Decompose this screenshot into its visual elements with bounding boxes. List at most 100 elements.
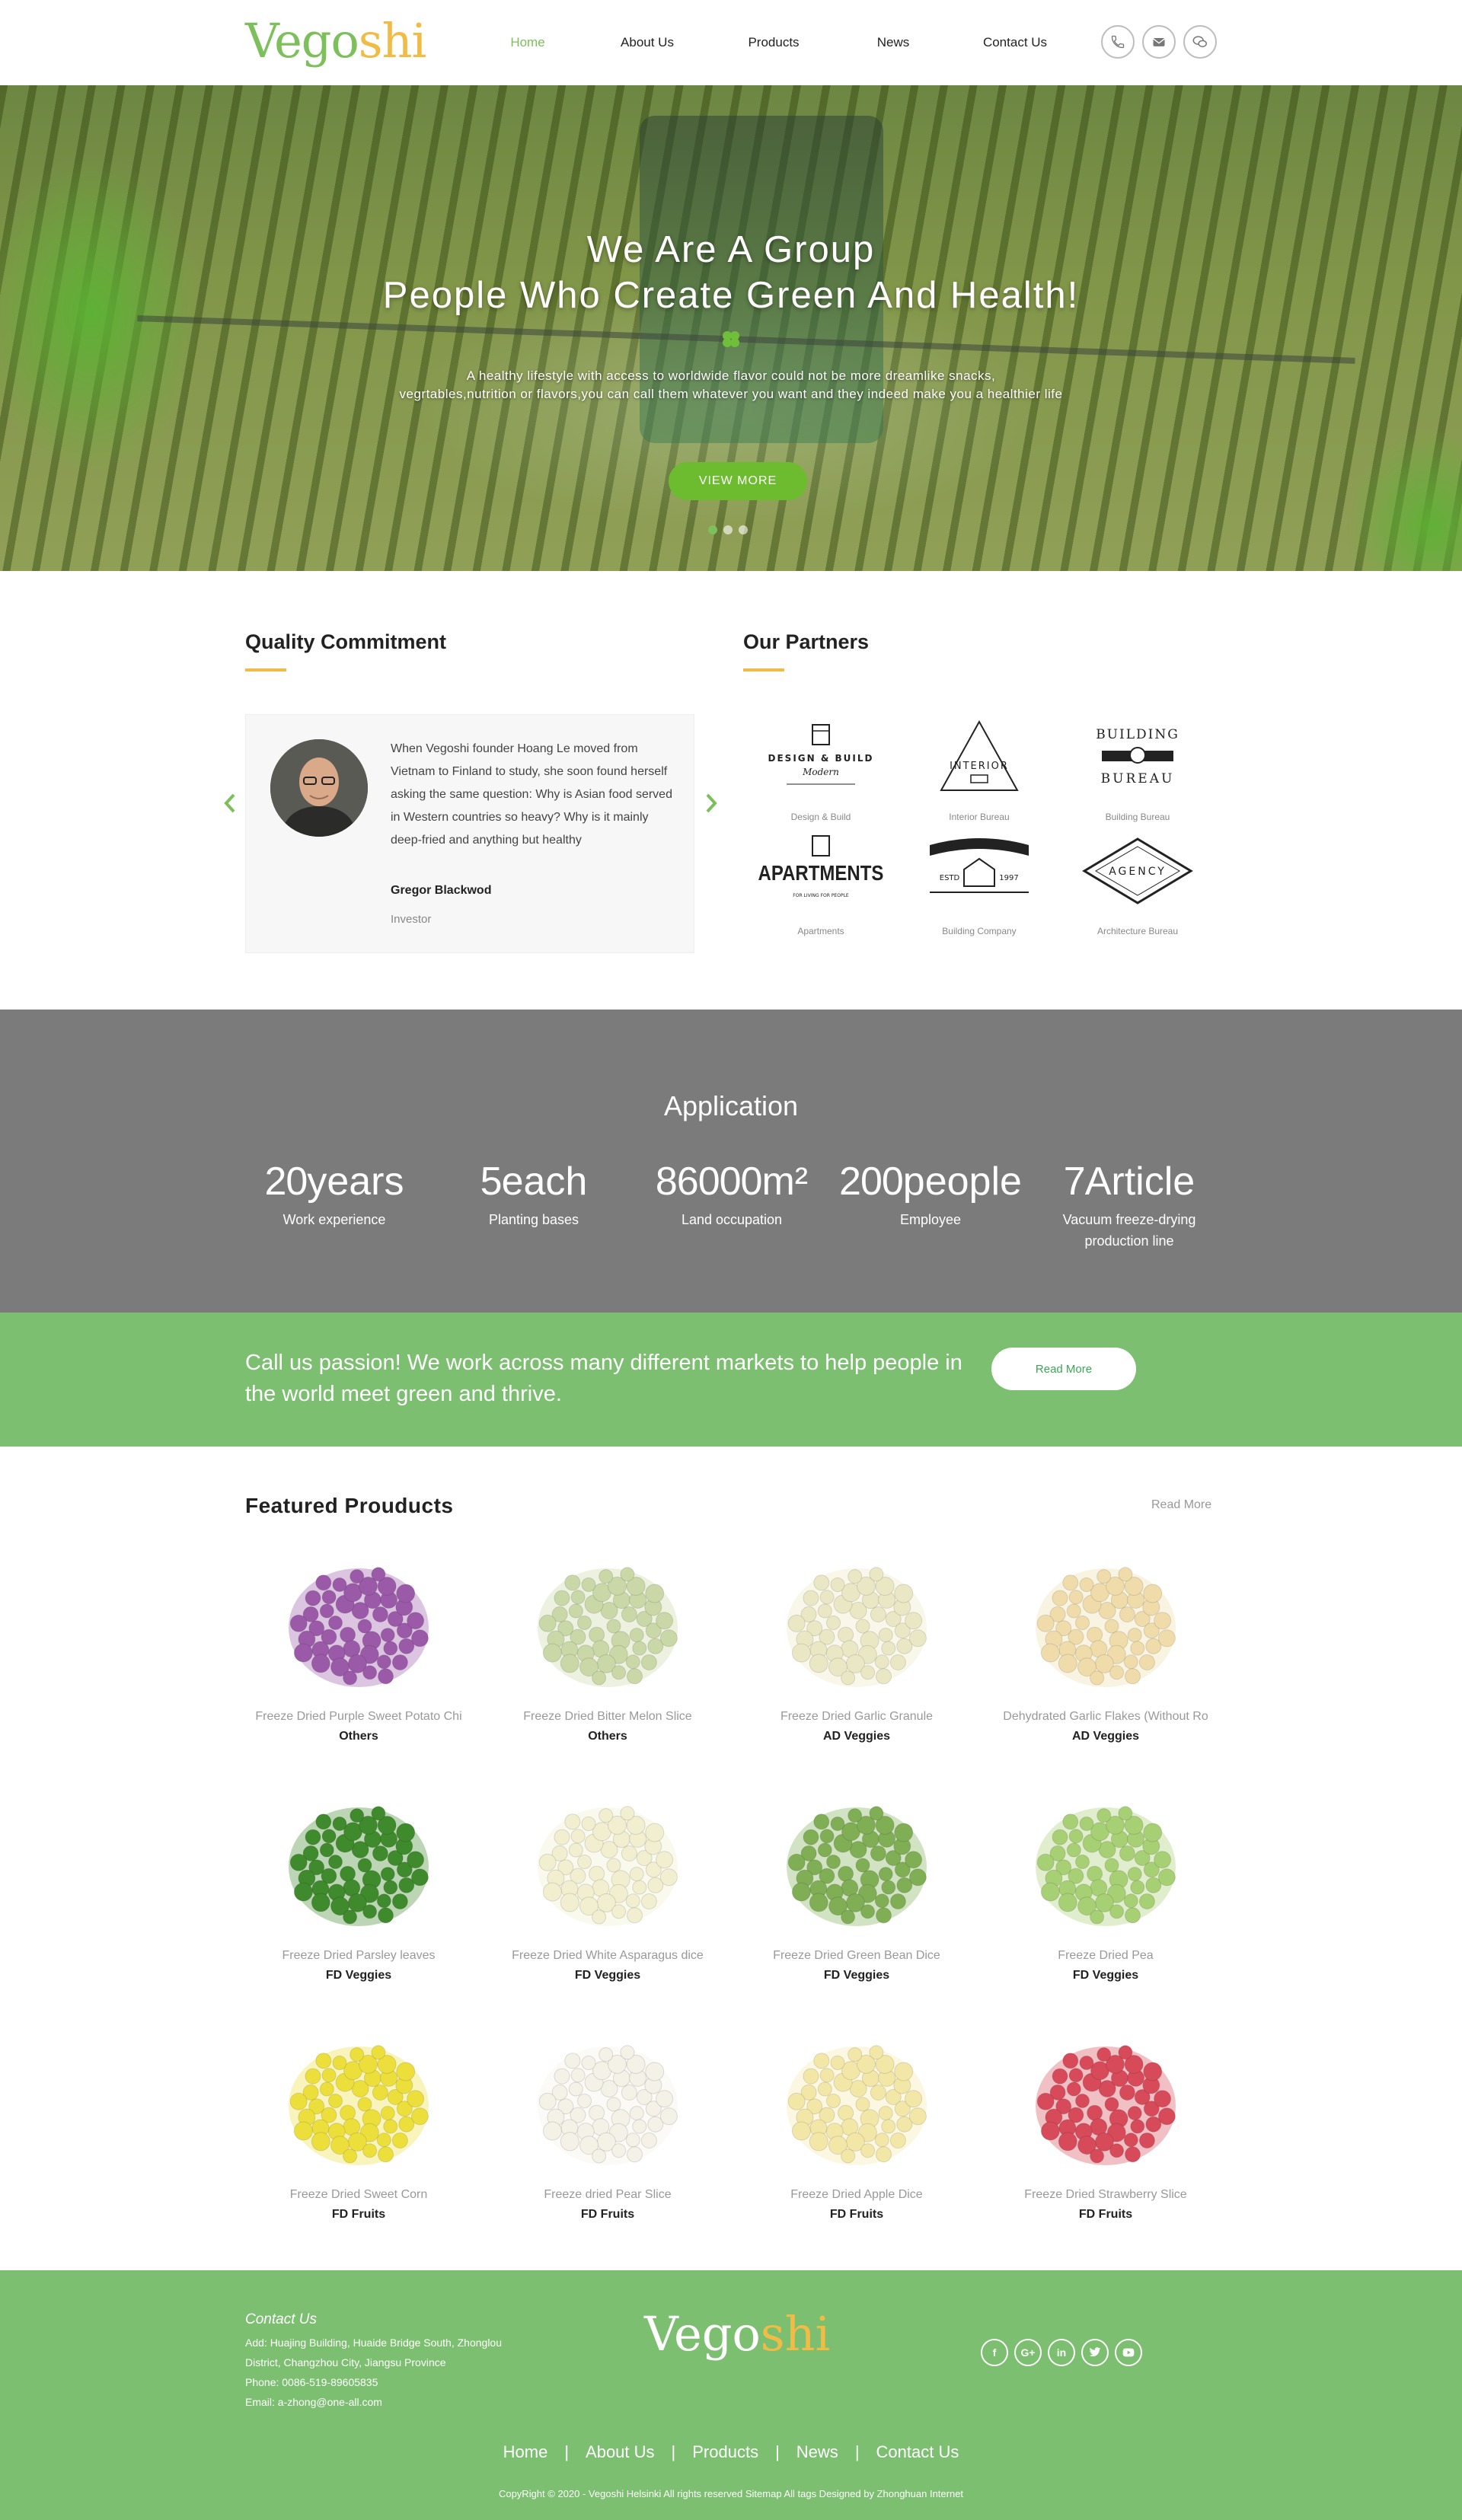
partner-architecture-bureau[interactable]: AGENCY Architecture Bureau [1061,833,1214,936]
product-image[interactable] [531,2022,684,2174]
product-image[interactable] [780,2022,933,2174]
footer-address-line1: Add: Huajing Building, Huaide Bridge Sou… [245,2337,503,2349]
mail-icon[interactable] [1142,25,1176,59]
product-name[interactable]: Freeze Dried Garlic Granule [739,1710,975,1724]
chevron-right-icon[interactable] [702,792,720,815]
hero-title-line2: People Who Create Green And Health! [382,275,1080,316]
hero-subtitle-line1: A healthy lifestyle with access to world… [466,368,996,383]
application-title: Application [663,1090,799,1121]
product-name[interactable]: Freeze Dried Sweet Corn [241,2188,477,2202]
featured-products-title: Featured Prouducts [245,1494,454,1517]
nav-contact-us[interactable]: Contact Us [950,35,1080,50]
product-category: FD Fruits [1078,2208,1133,2221]
nav-home[interactable]: Home [472,35,583,50]
svg-text:DESIGN & BUILD: DESIGN & BUILD [768,753,874,764]
product-card[interactable]: Freeze Dried Apple Dice FD Fruits [739,2022,975,2250]
product-name[interactable]: Freeze Dried Bitter Melon Slice [490,1710,726,1724]
partner-apartments[interactable]: APARTMENTS FOR LIVING FOR PEOPLE Apartme… [745,833,897,936]
nav-news[interactable]: News [836,35,950,50]
footer-copyright: CopyRight © 2020 - Vegoshi Helsinki All … [498,2488,964,2499]
header-contact-icons [1101,25,1217,59]
product-image[interactable] [531,1783,684,1935]
products-read-more-link[interactable]: Read More [1151,1498,1211,1512]
footer-nav-about-us[interactable]: About Us [586,2442,655,2462]
linkedin-icon[interactable]: in [1048,2339,1075,2366]
testimonial-card: When Vegoshi founder Hoang Le moved from… [245,714,694,953]
partner-logo: BUILDING BUREAU [1096,727,1179,786]
svg-text:BUILDING: BUILDING [1096,727,1179,742]
footer-nav-contact-us[interactable]: Contact Us [876,2442,959,2462]
testimonial-name: Gregor Blackwod [391,884,492,897]
svg-text:ESTD: ESTD [940,874,960,882]
product-card[interactable]: Freeze Dried Green Bean Dice FD Veggies [739,1783,975,2011]
product-image[interactable] [780,1544,933,1696]
product-image[interactable] [283,1783,435,1935]
product-image[interactable] [1029,1783,1182,1935]
partner-design-build[interactable]: DESIGN & BUILD Modern Design & Build [745,719,897,822]
phone-icon[interactable] [1101,25,1135,59]
site-logo[interactable]: Vegoshi [245,11,426,72]
hero-title-line1: We Are A Group [586,229,876,270]
nav-products[interactable]: Products [711,35,836,50]
product-name[interactable]: Freeze Dried Green Bean Dice [739,1949,975,1963]
product-card[interactable]: Freeze Dried Purple Sweet Potato Chi Othe… [241,1544,477,1772]
social-links: f G+ in [981,2339,1142,2366]
product-name[interactable]: Freeze Dried Parsley leaves [241,1949,477,1963]
product-category: FD Fruits [331,2208,386,2221]
product-card[interactable]: Freeze Dried White Asparagus dice FD Vegg… [490,1783,726,2011]
product-category: FD Fruits [580,2208,635,2221]
testimonial-role: Investor [391,913,432,926]
partner-building-bureau[interactable]: BUILDING BUREAU Building Bureau [1061,719,1214,822]
product-name[interactable]: Freeze Dried Apple Dice [739,2188,975,2202]
product-name[interactable]: Freeze dried Pear Slice [490,2188,726,2202]
product-image[interactable] [283,2022,435,2174]
twitter-icon[interactable] [1081,2339,1109,2366]
product-card[interactable]: Freeze dried Pear Slice FD Fruits [490,2022,726,2250]
product-image[interactable] [1029,1544,1182,1696]
cta-text: Call us passion! We work across many dif… [245,1351,962,1406]
product-card[interactable]: Freeze Dried Sweet Corn FD Fruits [241,2022,477,2250]
google-plus-icon[interactable]: G+ [1014,2339,1042,2366]
product-card[interactable]: Freeze Dried Pea FD Veggies [988,1783,1224,2011]
nav-about-us[interactable]: About Us [583,35,711,50]
chevron-left-icon[interactable] [221,792,239,815]
footer-logo[interactable]: Vegoshi [644,2304,830,2365]
slider-dot-1[interactable] [708,525,717,534]
product-card[interactable]: Freeze Dried Strawberry Slice FD Fruits [988,2022,1224,2250]
footer-email[interactable]: Email: a-zhong@one-all.com [245,2392,382,2412]
main-nav: Home About Us Products News Contact Us [472,0,1080,85]
title-underline [245,668,286,671]
wechat-icon[interactable] [1183,25,1217,59]
svg-text:APARTMENTS: APARTMENTS [758,863,884,885]
product-image[interactable] [780,1783,933,1935]
product-name[interactable]: Freeze Dried Purple Sweet Potato Chi [241,1710,477,1724]
product-card[interactable]: Dehydrated Garlic Flakes (Without Ro AD V… [988,1544,1224,1772]
facebook-icon[interactable]: f [981,2339,1008,2366]
product-name[interactable]: Freeze Dried Strawberry Slice [988,2188,1224,2202]
product-category: FD Veggies [1072,1969,1139,1982]
footer-nav-products[interactable]: Products [692,2442,758,2462]
slider-dot-2[interactable] [723,525,733,534]
product-image[interactable] [283,1544,435,1696]
product-name[interactable]: Freeze Dried Pea [988,1949,1224,1963]
product-name[interactable]: Dehydrated Garlic Flakes (Without Ro [988,1710,1224,1724]
youtube-icon[interactable] [1115,2339,1142,2366]
product-card[interactable]: Freeze Dried Garlic Granule AD Veggies [739,1544,975,1772]
application-stats-section: Application 20years Work experience 5eac… [0,1010,1462,1313]
product-image[interactable] [531,1544,684,1696]
product-image[interactable] [1029,2022,1182,2174]
view-more-button[interactable]: VIEW MORE [669,462,807,500]
product-card[interactable]: Freeze Dried Bitter Melon Slice Others [490,1544,726,1772]
footer-nav-home[interactable]: Home [503,2442,548,2462]
partner-building-company[interactable]: ESTD 1997 Building Company [903,833,1055,936]
product-name[interactable]: Freeze Dried White Asparagus dice [490,1949,726,1963]
site-header: Vegoshi Home About Us Products News Cont… [0,0,1462,85]
partner-logo: INTERIOR [940,719,1019,791]
product-category: AD Veggies [822,1730,891,1743]
partner-logo: DESIGN & BUILD Modern [768,724,874,785]
read-more-button[interactable]: Read More [991,1348,1136,1390]
footer-nav-news[interactable]: News [796,2442,838,2462]
slider-dot-3[interactable] [739,525,748,534]
product-card[interactable]: Freeze Dried Parsley leaves FD Veggies [241,1783,477,2011]
partner-interior-bureau[interactable]: INTERIOR Interior Bureau [903,719,1055,822]
